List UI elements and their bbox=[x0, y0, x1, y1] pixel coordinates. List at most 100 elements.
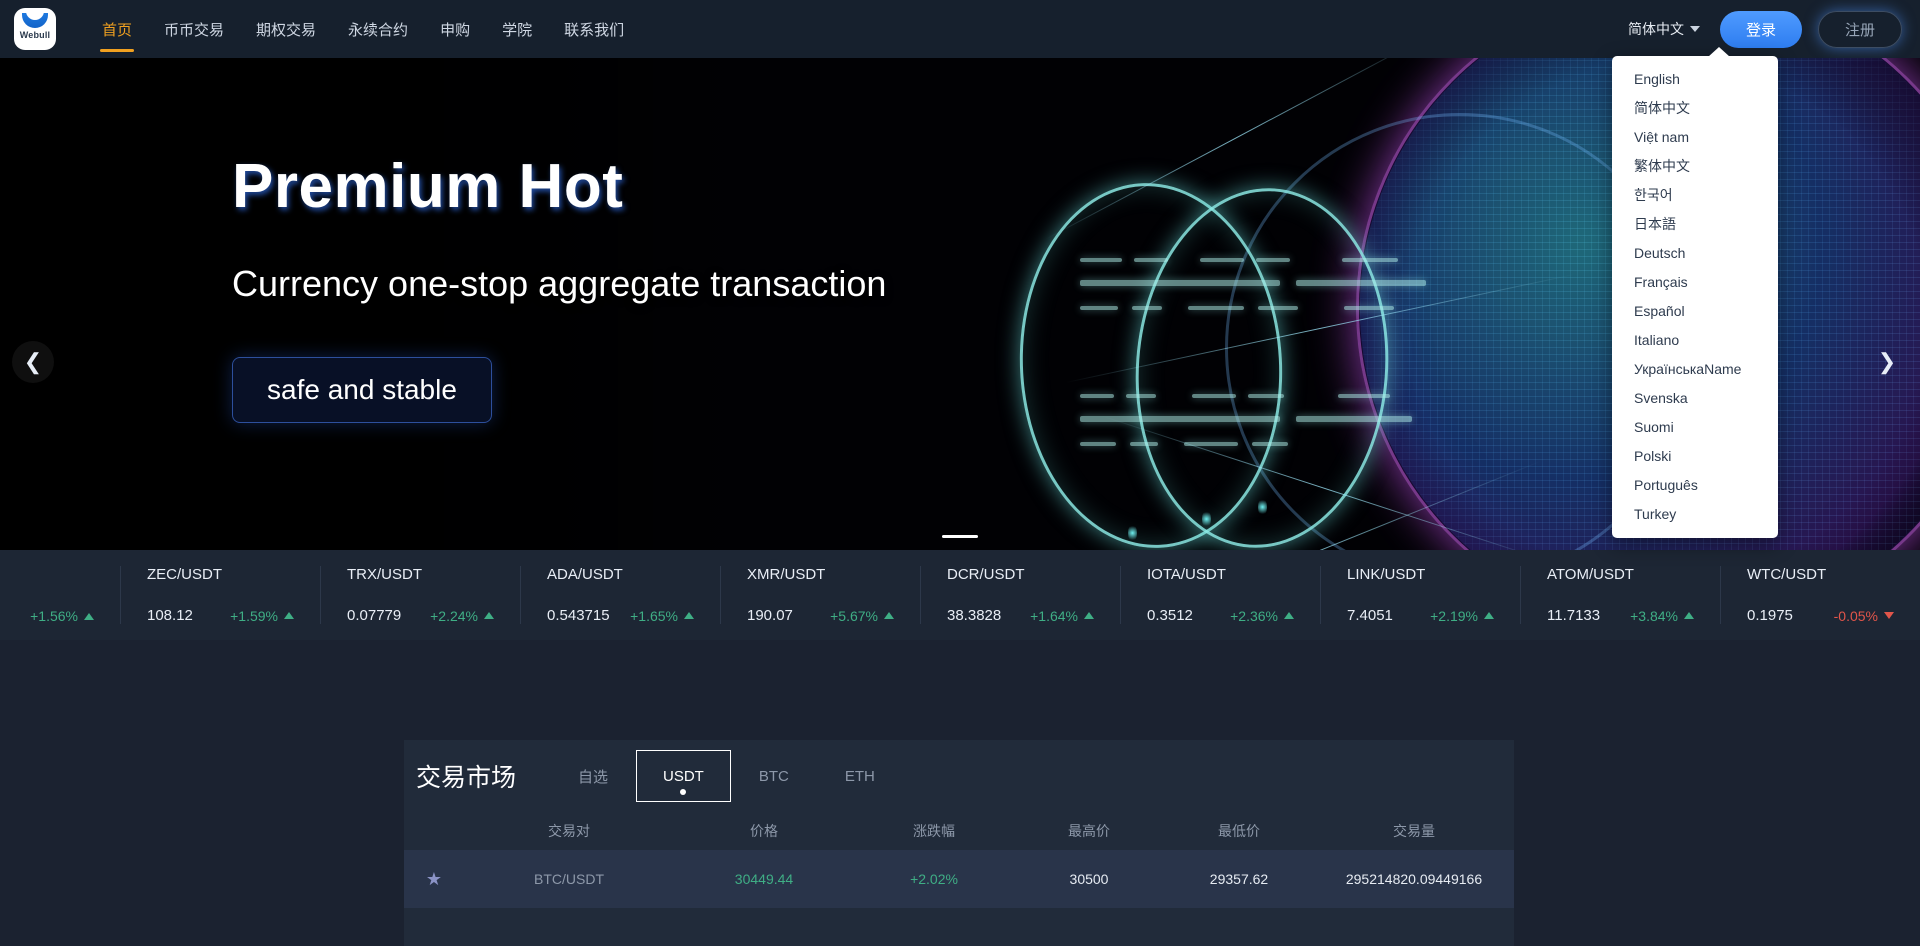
tab-favorites[interactable]: 自选 bbox=[550, 750, 636, 802]
ticker-price: 108.12 bbox=[147, 607, 193, 624]
ticker-price: 38.3828 bbox=[947, 607, 1002, 624]
nav-label: 申购 bbox=[440, 21, 471, 39]
ticker-change-value: +5.67% bbox=[830, 607, 878, 624]
language-option-simplified-chinese[interactable]: 简体中文 bbox=[1612, 94, 1778, 123]
ticker-pair: TRX/USDT bbox=[347, 566, 422, 583]
ticker-item[interactable]: IOTA/USDT 0.3512 +2.36% bbox=[1120, 566, 1320, 624]
ticker-change-value: +1.65% bbox=[630, 607, 678, 624]
header-actions: 简体中文 登录 注册 bbox=[1624, 10, 1902, 48]
ticker-change-value: +2.36% bbox=[1230, 607, 1278, 624]
data-stream-graphic bbox=[1044, 58, 1575, 550]
carousel-next-button[interactable]: ❯ bbox=[1866, 341, 1908, 383]
tab-btc[interactable]: BTC bbox=[731, 750, 817, 802]
nav-item-perpetual-contract[interactable]: 永续合约 bbox=[332, 0, 424, 58]
column-header-pair[interactable]: 交易对 bbox=[464, 821, 674, 841]
cell-volume: 295214820.09449166 bbox=[1345, 871, 1483, 887]
ticker-change: +1.59% bbox=[230, 608, 294, 624]
language-selector[interactable]: 简体中文 bbox=[1624, 13, 1704, 45]
carousel-prev-button[interactable]: ❮ bbox=[12, 341, 54, 383]
carousel-indicator-1[interactable] bbox=[942, 535, 978, 538]
language-dropdown-menu: English 简体中文 Việt nam 繁体中文 한국어 日本語 Deuts… bbox=[1612, 47, 1778, 538]
ticker-values: 0.1975 -0.05% bbox=[1747, 607, 1920, 624]
language-option-french[interactable]: Français bbox=[1612, 268, 1778, 297]
triangle-down-icon bbox=[1884, 612, 1894, 619]
nav-item-subscription[interactable]: 申购 bbox=[424, 0, 486, 58]
ticker-pair: WTC/USDT bbox=[1747, 566, 1827, 583]
nav-item-academy[interactable]: 学院 bbox=[486, 0, 548, 58]
language-option-portuguese[interactable]: Português bbox=[1612, 471, 1778, 500]
language-option-korean[interactable]: 한국어 bbox=[1612, 181, 1778, 210]
column-header-low[interactable]: 最低价 bbox=[1164, 821, 1314, 841]
trading-market-panel: 交易市场 自选 USDT BTC ETH 交易对 价格 涨跌幅 最高价 最低价 … bbox=[404, 740, 1514, 946]
ticker-price: 0.3512 bbox=[1147, 607, 1193, 624]
language-option-japanese[interactable]: 日本語 bbox=[1612, 210, 1778, 239]
ticker-change: +2.19% bbox=[1430, 608, 1494, 624]
ticker-item[interactable]: ATOM/USDT 11.7133 +3.84% bbox=[1520, 566, 1720, 624]
nav-item-coin-trading[interactable]: 币币交易 bbox=[148, 0, 240, 58]
hero-subtitle: Currency one-stop aggregate transaction bbox=[232, 263, 887, 305]
cell-change: +2.02% bbox=[910, 871, 958, 887]
language-option-vietnamese[interactable]: Việt nam bbox=[1612, 123, 1778, 152]
hero-cta-button[interactable]: safe and stable bbox=[232, 357, 492, 424]
ticker-values: +1.56% bbox=[0, 608, 120, 624]
triangle-up-icon bbox=[84, 612, 94, 620]
ticker-item[interactable]: XMR/USDT 190.07 +5.67% bbox=[720, 566, 920, 624]
table-filler-row bbox=[404, 908, 1514, 946]
ticker-values: 0.3512 +2.36% bbox=[1147, 607, 1320, 624]
login-button[interactable]: 登录 bbox=[1719, 10, 1802, 48]
ticker-item[interactable]: DCR/USDT 38.3828 +1.64% bbox=[920, 566, 1120, 624]
language-option-english[interactable]: English bbox=[1612, 65, 1778, 94]
chevron-left-icon: ❮ bbox=[23, 349, 43, 374]
triangle-up-icon bbox=[1284, 612, 1294, 619]
ticker-price: 190.07 bbox=[747, 607, 793, 624]
column-header-price[interactable]: 价格 bbox=[674, 821, 854, 841]
register-button[interactable]: 注册 bbox=[1817, 10, 1902, 48]
nav-item-home[interactable]: 首页 bbox=[86, 0, 148, 58]
market-tabs: 自选 USDT BTC ETH bbox=[550, 750, 903, 802]
triangle-up-icon bbox=[684, 612, 694, 619]
chevron-right-icon: ❯ bbox=[1877, 349, 1897, 374]
ticker-change-value: +1.64% bbox=[1030, 607, 1078, 624]
logo-wordmark: Webull bbox=[19, 30, 51, 40]
ticker-price: 0.07779 bbox=[347, 607, 402, 624]
table-row[interactable]: ★ BTC/USDT 30449.44 +2.02% 30500 29357.6… bbox=[404, 850, 1514, 908]
ticker-pair: ZEC/USDT bbox=[147, 566, 222, 583]
nav-label: 币币交易 bbox=[164, 21, 225, 39]
language-option-german[interactable]: Deutsch bbox=[1612, 239, 1778, 268]
ticker-item[interactable]: LINK/USDT 7.4051 +2.19% bbox=[1320, 566, 1520, 624]
logo-crescent-icon bbox=[22, 13, 48, 28]
ticker-values: 7.4051 +2.19% bbox=[1347, 607, 1520, 624]
star-icon[interactable]: ★ bbox=[404, 869, 464, 890]
ticker-item[interactable]: WTC/USDT 0.1975 -0.05% bbox=[1720, 566, 1920, 624]
ticker-pair: IOTA/USDT bbox=[1147, 566, 1226, 583]
language-option-finnish[interactable]: Suomi bbox=[1612, 413, 1778, 442]
ticker-item[interactable]: TRX/USDT 0.07779 +2.24% bbox=[320, 566, 520, 624]
triangle-up-icon bbox=[484, 612, 494, 619]
tab-usdt[interactable]: USDT bbox=[636, 750, 731, 802]
language-option-polish[interactable]: Polski bbox=[1612, 442, 1778, 471]
ticker-item[interactable]: ZEC/USDT 108.12 +1.59% bbox=[120, 566, 320, 624]
ticker-item[interactable]: ADA/USDT 0.543715 +1.65% bbox=[520, 566, 720, 624]
cell-low: 29357.62 bbox=[1209, 871, 1269, 887]
language-option-italian[interactable]: Italiano bbox=[1612, 326, 1778, 355]
ticker-values: 11.7133 +3.84% bbox=[1547, 607, 1720, 624]
nav-item-contact-us[interactable]: 联系我们 bbox=[548, 0, 640, 58]
webull-logo[interactable]: Webull bbox=[14, 8, 56, 50]
column-header-high[interactable]: 最高价 bbox=[1014, 821, 1164, 841]
language-option-swedish[interactable]: Svenska bbox=[1612, 384, 1778, 413]
column-header-change[interactable]: 涨跌幅 bbox=[854, 821, 1014, 841]
ticker-change: +2.36% bbox=[1230, 608, 1294, 624]
language-option-spanish[interactable]: Español bbox=[1612, 297, 1778, 326]
language-option-ukrainian[interactable]: УкраїнськаName bbox=[1612, 355, 1778, 384]
language-option-traditional-chinese[interactable]: 繁体中文 bbox=[1612, 152, 1778, 181]
ticker-price: 11.7133 bbox=[1547, 607, 1601, 624]
ticker-item[interactable]: +1.56% bbox=[0, 566, 120, 624]
language-current-label: 简体中文 bbox=[1627, 21, 1684, 37]
ticker-pair: ADA/USDT bbox=[547, 566, 623, 583]
ticker-values: 190.07 +5.67% bbox=[747, 607, 920, 624]
cell-price: 30449.44 bbox=[734, 871, 794, 887]
language-option-turkish[interactable]: Turkey bbox=[1612, 500, 1778, 529]
column-header-volume[interactable]: 交易量 bbox=[1314, 821, 1514, 841]
nav-item-options-trading[interactable]: 期权交易 bbox=[240, 0, 332, 58]
tab-eth[interactable]: ETH bbox=[817, 750, 903, 802]
